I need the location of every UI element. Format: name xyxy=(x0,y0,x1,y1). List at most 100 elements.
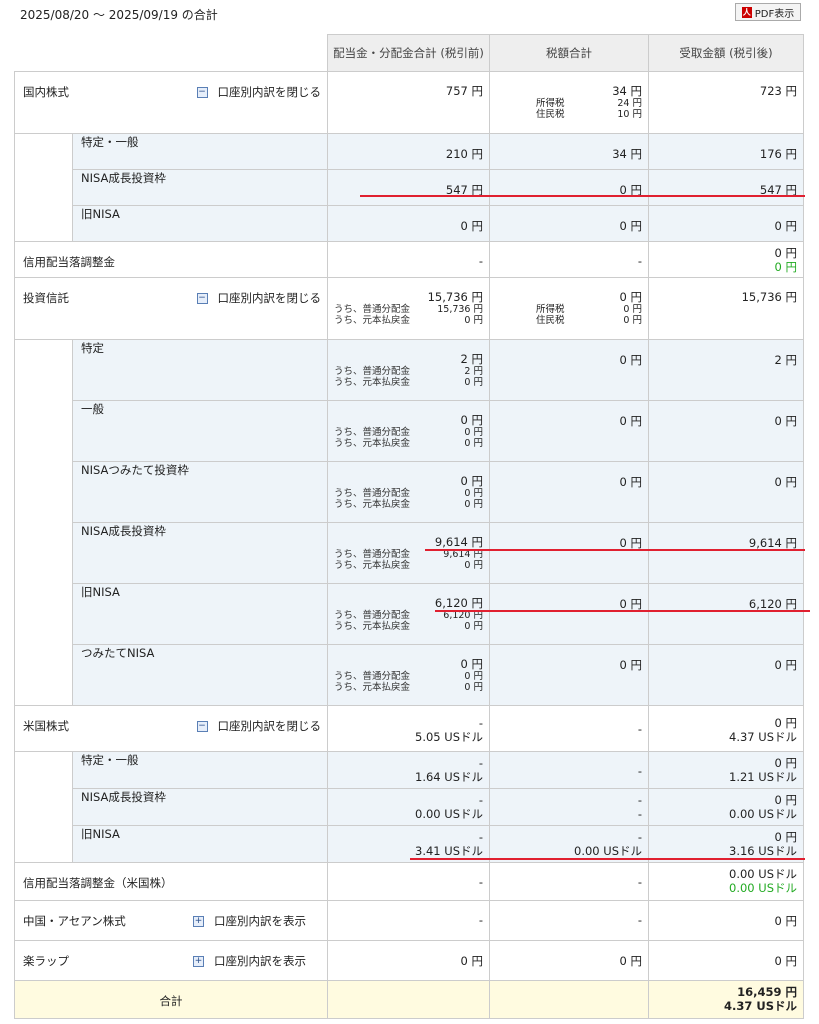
fund-sub-row: 特定 2 円うち、普通分配金 2 円うち、元本払戻金 0 円0 円2 円 xyxy=(14,339,804,706)
asean-toggle[interactable]: + 口座別内訳を表示 xyxy=(193,913,306,929)
wrap-toggle[interactable]: + 口座別内訳を表示 xyxy=(193,953,306,969)
sub-ordinary-line: うち、普通分配金 0 円 xyxy=(334,671,483,682)
domestic-label: 国内株式 xyxy=(23,85,69,99)
sub-ordinary-line: うち、普通分配金 0 円 xyxy=(334,488,483,499)
sub-label: 一般 xyxy=(81,402,104,416)
asean-label: 中国・アセアン株式 xyxy=(23,914,126,928)
principal-label: うち、元本払戻金 xyxy=(334,438,411,449)
sub-dividend-cell: 6,120 円うち、普通分配金 6,120 円うち、元本払戻金 0 円 xyxy=(327,583,490,645)
sub-principal-line: うち、元本払戻金 0 円 xyxy=(334,682,483,693)
us-margin-row: 信用配当落調整金（米国株） - - 0.00 USドル 0.00 USドル xyxy=(14,862,804,901)
sub-principal-line: うち、元本払戻金 0 円 xyxy=(334,377,483,388)
margin-adj-received-green: 0 円 xyxy=(774,260,797,274)
table-header: 配当金・分配金合計 (税引前) 税額合計 受取金額 (税引後) xyxy=(14,34,804,72)
sub-label: NISA成長投資枠 xyxy=(81,524,166,538)
sub-tax-jpy: - xyxy=(637,830,642,844)
ordinary-label: うち、普通分配金 xyxy=(334,610,411,621)
resident-tax-label: 住民税 xyxy=(536,315,565,326)
fund-income-tax: 0 円 xyxy=(623,304,642,315)
ordinary-label: うち、普通分配金 xyxy=(334,549,411,560)
fund-toggle[interactable]: − 口座別内訳を閉じる xyxy=(196,290,321,306)
sub-received: 176 円 xyxy=(759,147,797,161)
us-margin-label: 信用配当落調整金（米国株） xyxy=(23,876,173,890)
total-received-jpy: 16,459 円 xyxy=(737,985,797,999)
fund-sub-row: NISA成長投資枠 9,614 円うち、普通分配金 9,614 円うち、元本払戻金 0… xyxy=(15,522,804,584)
sub-received-cell: 0 円 3.16 USドル xyxy=(648,825,804,863)
header-blank xyxy=(14,34,328,72)
asean-row: 中国・アセアン株式 + 口座別内訳を表示 - - 0 円 xyxy=(14,900,804,941)
sub-received-cell: 176 円 xyxy=(648,133,804,170)
dividend-summary-table: 配当金・分配金合計 (税引前) 税額合計 受取金額 (税引後) 国内株式 − 口… xyxy=(14,34,804,1019)
sub-dividend: 0 円 xyxy=(460,413,483,427)
sub-principal: 0 円 xyxy=(464,560,483,571)
sub-label: 旧NISA xyxy=(81,207,120,221)
total-label: 合計 xyxy=(159,994,183,1008)
us-margin-received-green: 0.00 USドル xyxy=(729,881,797,895)
margin-adj-received: 0 円 xyxy=(774,246,797,260)
fund-resident-tax-line: 住民税 0 円 xyxy=(496,315,642,326)
sub-received-jpy: 0 円 xyxy=(774,830,797,844)
total-received-usd: 4.37 USドル xyxy=(724,999,797,1013)
sub-label: 旧NISA xyxy=(81,585,120,599)
ordinary-label: うち、普通分配金 xyxy=(334,427,411,438)
sub-label: NISAつみたて投資枠 xyxy=(81,463,189,477)
sub-received: 0 円 xyxy=(774,219,797,233)
total-received-cell: 16,459 円 4.37 USドル xyxy=(648,980,804,1019)
wrap-received: 0 円 xyxy=(774,954,797,968)
sub-ordinary: 0 円 xyxy=(464,488,483,499)
sub-principal: 0 円 xyxy=(464,499,483,510)
sub-dividend-cell: - 3.41 USドル xyxy=(327,825,490,863)
sub-received-cell: 0 円 xyxy=(648,461,804,523)
sub-tax: 0 円 xyxy=(619,536,642,550)
pdf-button[interactable]: 人 PDF表示 xyxy=(735,3,801,21)
us-margin-tax-cell: - xyxy=(489,862,649,901)
sub-tax-jpy: - xyxy=(637,793,642,807)
principal-label: うち、元本払戻金 xyxy=(334,560,411,571)
sub-tax: 0 円 xyxy=(619,219,642,233)
domestic-toggle[interactable]: − 口座別内訳を閉じる xyxy=(196,84,322,100)
domestic-row: 国内株式 − 口座別内訳を閉じる 757 円 34 円 所得税 24 円 住民税 1… xyxy=(14,71,804,134)
domestic-toggle-label: 口座別内訳を閉じる xyxy=(217,85,322,99)
sub-tax: 0 円 xyxy=(619,183,642,197)
collapse-icon: − xyxy=(196,86,208,98)
us-received-jpy: 0 円 xyxy=(774,716,797,730)
us-dividend-usd: 5.05 USドル xyxy=(415,730,483,744)
domestic-income-tax: 24 円 xyxy=(617,98,642,109)
us-sub-row: 旧NISA - 3.41 USドル - 0.00 USドル 0 円 3.16 U… xyxy=(15,825,804,863)
sub-dividend-cell: 9,614 円うち、普通分配金 9,614 円うち、元本払戻金 0 円 xyxy=(327,522,490,584)
domestic-dividend: 757 円 xyxy=(445,84,483,98)
principal-label: うち、元本払戻金 xyxy=(334,682,411,693)
fund-row: 投資信託 − 口座別内訳を閉じる 15,736 円 うち、普通分配金 15,736… xyxy=(14,277,804,340)
principal-label: うち、元本払戻金 xyxy=(334,377,411,388)
sub-dividend: 2 円 xyxy=(460,352,483,366)
us-margin-tax: - xyxy=(637,875,642,889)
us-toggle[interactable]: − 口座別内訳を閉じる xyxy=(196,718,321,734)
pdf-icon: 人 xyxy=(741,6,752,18)
fund-label-cell: 投資信託 − 口座別内訳を閉じる xyxy=(14,277,328,340)
margin-adj-label-cell: 信用配当落調整金 xyxy=(14,241,328,278)
domestic-sub-row: NISA成長投資枠 547 円 0 円 547 円 xyxy=(15,169,804,206)
sub-received-usd: 1.21 USドル xyxy=(729,770,797,784)
wrap-tax-cell: 0 円 xyxy=(489,940,649,981)
sub-label-cell: 旧NISA xyxy=(72,583,328,645)
sub-tax-usd: 0.00 USドル xyxy=(574,844,642,858)
fund-sub-rows: 特定 2 円うち、普通分配金 2 円うち、元本払戻金 0 円0 円2 円一般 0 円うち… xyxy=(14,339,804,706)
sub-label-cell: NISA成長投資枠 xyxy=(72,169,328,206)
annotation-underline xyxy=(410,858,805,860)
sub-tax-cell: 0 円 xyxy=(489,169,649,206)
sub-ordinary: 2 円 xyxy=(464,366,483,377)
sub-received: 2 円 xyxy=(774,353,797,367)
sub-received-cell: 0 円 0.00 USドル xyxy=(648,788,804,826)
sub-label-cell: NISA成長投資枠 xyxy=(72,788,328,826)
fund-tax-cell: 0 円 所得税 0 円 住民税 0 円 xyxy=(489,277,649,340)
fund-sub-row: NISAつみたて投資枠 0 円うち、普通分配金 0 円うち、元本払戻金 0 円0 円0… xyxy=(15,461,804,523)
annotation-underline xyxy=(425,549,805,551)
indent-cell xyxy=(14,133,73,242)
sub-dividend-cell: 210 円 xyxy=(327,133,490,170)
income-tax-label: 所得税 xyxy=(536,304,565,315)
sub-received: 0 円 xyxy=(774,414,797,428)
sub-principal-line: うち、元本払戻金 0 円 xyxy=(334,560,483,571)
margin-adj-row: 信用配当落調整金 - - 0 円 0 円 xyxy=(14,241,804,278)
us-dividend-cell: - 5.05 USドル xyxy=(327,705,490,752)
wrap-dividend: 0 円 xyxy=(460,954,483,968)
